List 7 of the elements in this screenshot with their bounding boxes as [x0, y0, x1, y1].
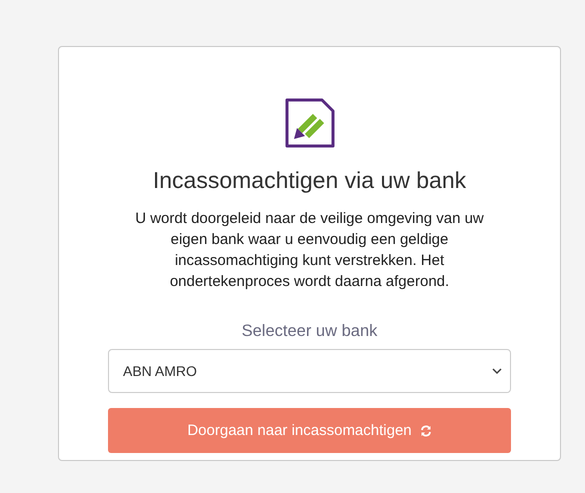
bank-dropdown[interactable]: ABN AMRO — [108, 349, 511, 393]
page-title: Incassomachtigen via uw bank — [152, 167, 466, 194]
document-pencil-icon — [284, 97, 336, 149]
description-text: U wordt doorgeleid naar de veilige omgeving van uw eigen bank waar u eenvoudig een geldige incassomachtiging kunt verstrekken. Het ondertekenproces wordt daarna afgerond. — [134, 209, 485, 292]
refresh-icon — [420, 424, 432, 436]
bank-select-label: Selecteer uw bank — [242, 322, 378, 341]
chevron-down-icon — [492, 367, 502, 375]
